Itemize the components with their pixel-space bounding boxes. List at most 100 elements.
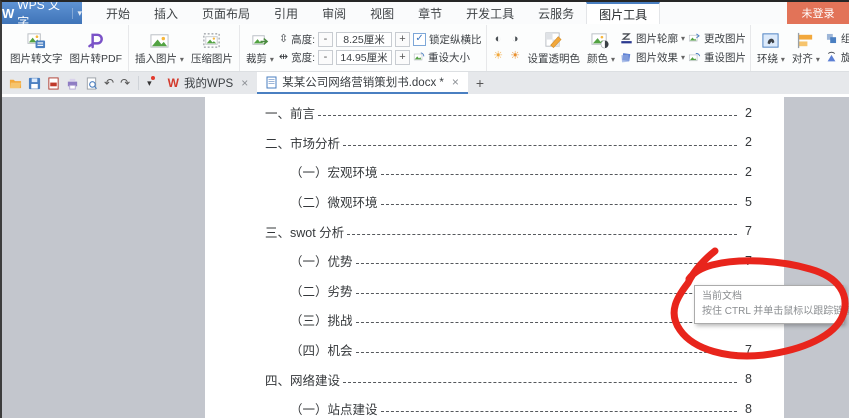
toc-entry[interactable]: （一）优势7 <box>205 246 784 276</box>
height-icon: ⇳ <box>279 33 288 46</box>
picture-to-pdf-label: 图片转PDF <box>70 51 123 66</box>
change-picture-label: 更改图片 <box>704 31 746 46</box>
dot-leader <box>343 145 737 146</box>
dot-leader <box>381 174 737 175</box>
chevron-down-icon: ▾ <box>72 8 82 19</box>
picture-tools-ribbon: 图片转文字 图片转PDF 插入图片 ▾ 压缩图片 裁剪 ▾ <box>2 24 849 72</box>
page-number: 7 <box>740 224 752 238</box>
toc-entry[interactable]: （一）站点建设8 <box>205 394 784 418</box>
document-tab-bar: ↶ ↷ ▾ W 我的WPS × 某某公司网络营销策划书.docx * × + <box>2 72 849 95</box>
insert-picture-button[interactable]: 插入图片 ▾ <box>133 30 186 67</box>
reset-picture-button[interactable]: 重设图片 <box>688 50 746 65</box>
page-number: 7 <box>740 254 752 268</box>
toc-entry[interactable]: （四）机会7 <box>205 335 784 365</box>
reset-picture-label: 重设图片 <box>704 50 746 65</box>
height-value-field[interactable]: 8.25厘米 <box>336 32 392 47</box>
width-row: ⇹ 宽度: - 14.95厘米 + 重设大小 <box>279 50 482 65</box>
close-icon[interactable]: × <box>241 76 248 90</box>
reset-size-icon <box>413 51 425 63</box>
wps-logo-icon: W <box>2 6 14 21</box>
transparent-color-icon <box>544 31 563 50</box>
ribbon-tab-section[interactable]: 章节 <box>406 2 454 24</box>
quick-access-toolbar: ↶ ↷ ▾ <box>2 72 159 94</box>
compress-picture-label: 压缩图片 <box>191 51 233 66</box>
color-label: 颜色 <box>587 53 608 65</box>
width-plus-button[interactable]: + <box>395 50 410 65</box>
toc-entry[interactable]: （一）宏观环境2 <box>205 157 784 187</box>
width-minus-button[interactable]: - <box>318 50 333 65</box>
picture-effects-button[interactable]: 图片效果 ▾ <box>620 50 685 65</box>
rotate-icon <box>825 51 838 64</box>
divider <box>138 76 139 90</box>
ribbon-tab-developer[interactable]: 开发工具 <box>454 2 526 24</box>
close-icon[interactable]: × <box>452 75 459 89</box>
ribbon-tab-view[interactable]: 视图 <box>358 2 406 24</box>
change-picture-icon <box>688 32 701 45</box>
color-button[interactable]: 颜色 ▾ <box>585 30 617 67</box>
toc-entry[interactable]: 四、网络建设8 <box>205 364 784 394</box>
height-plus-button[interactable]: + <box>395 32 410 47</box>
picture-outline-button[interactable]: 图片轮廓 ▾ <box>620 31 685 46</box>
wrap-text-button[interactable]: 环绕 ▾ <box>755 30 787 67</box>
width-value-field[interactable]: 14.95厘米 <box>336 50 392 65</box>
open-file-icon[interactable] <box>9 77 22 90</box>
print-preview-icon[interactable] <box>85 77 98 90</box>
toc-entry[interactable]: 三、swot 分析7 <box>205 216 784 246</box>
redo-icon[interactable]: ↷ <box>120 77 130 89</box>
ribbon-tab-review[interactable]: 审阅 <box>310 2 358 24</box>
insert-picture-icon <box>150 31 169 50</box>
dot-leader <box>356 352 737 353</box>
document-area: 一、前言2 二、市场分析2 （一）宏观环境2 （二）微观环境5 三、swot 分… <box>2 94 849 418</box>
contrast-up-icon[interactable]: ◐ <box>495 33 502 46</box>
align-icon <box>796 31 815 50</box>
ribbon-tab-cloud[interactable]: 云服务 <box>526 2 586 24</box>
width-icon: ⇹ <box>279 51 288 64</box>
group-button[interactable]: 组合 ▾ <box>825 31 849 46</box>
ribbon-tab-references[interactable]: 引用 <box>262 2 310 24</box>
tab-document[interactable]: 某某公司网络营销策划书.docx * × <box>257 72 468 94</box>
chevron-down-icon: ▾ <box>681 53 685 62</box>
rotate-button[interactable]: 旋转 ▾ <box>825 50 849 65</box>
picture-effects-icon <box>620 51 633 64</box>
height-minus-button[interactable]: - <box>318 32 333 47</box>
compress-picture-button[interactable]: 压缩图片 <box>189 30 235 67</box>
crop-button[interactable]: 裁剪 ▾ <box>244 30 276 67</box>
align-button[interactable]: 对齐 ▾ <box>790 30 822 67</box>
chevron-down-icon: ▾ <box>816 55 820 64</box>
lock-aspect-label: 锁定纵横比 <box>429 32 482 47</box>
brightness-down-icon[interactable]: ☀ <box>510 50 520 63</box>
brightness-up-icon[interactable]: ☀ <box>493 50 503 63</box>
dot-leader <box>381 411 737 412</box>
ribbon-tab-home[interactable]: 开始 <box>94 2 142 24</box>
ribbon-tab-picture-tools[interactable]: 图片工具 <box>586 2 660 24</box>
set-transparent-color-button[interactable]: 设置透明色 <box>526 30 583 67</box>
toc-entry[interactable]: 二、市场分析2 <box>205 128 784 158</box>
change-picture-button[interactable]: 更改图片 <box>688 31 746 46</box>
tab-my-wps[interactable]: W 我的WPS × <box>159 72 258 94</box>
size-controls: ⇳ 高度: - 8.25厘米 + ✓ 锁定纵横比 ⇹ 宽度: - 14.95厘米… <box>279 32 482 65</box>
adjust-group: ◐ ◑ ☀ ☀ 设置透明色 颜色 ▾ 图片轮廓 ▾ <box>487 25 751 71</box>
save-icon[interactable] <box>28 77 41 90</box>
login-button[interactable]: 未登录 <box>787 2 849 24</box>
wps-main-menu-button[interactable]: W WPS 文字 ▾ <box>2 2 82 24</box>
undo-icon[interactable]: ↶ <box>104 77 114 89</box>
outline-effects-column: 图片轮廓 ▾ 图片效果 ▾ <box>620 31 685 65</box>
new-tab-button[interactable]: + <box>468 72 492 94</box>
export-pdf-icon[interactable] <box>47 77 60 90</box>
quick-access-more-icon[interactable]: ▾ <box>147 78 152 89</box>
ribbon-tab-page-layout[interactable]: 页面布局 <box>190 2 262 24</box>
arrange-group: 环绕 ▾ 对齐 ▾ 组合 ▾ 旋转 ▾ <box>751 25 849 71</box>
contrast-down-icon[interactable]: ◑ <box>512 33 519 46</box>
print-icon[interactable] <box>66 77 79 90</box>
page-number: 8 <box>740 402 752 416</box>
lock-aspect-checkbox[interactable]: ✓ <box>413 33 426 46</box>
picture-to-pdf-button[interactable]: 图片转PDF <box>68 30 125 67</box>
picture-to-text-button[interactable]: 图片转文字 <box>8 30 65 67</box>
toc-entry[interactable]: 一、前言2 <box>205 98 784 128</box>
dot-leader <box>318 115 737 116</box>
height-row: ⇳ 高度: - 8.25厘米 + ✓ 锁定纵横比 <box>279 32 482 47</box>
reset-size-button[interactable]: 重设大小 <box>428 50 470 65</box>
ribbon-tab-insert[interactable]: 插入 <box>142 2 190 24</box>
toc-entry[interactable]: （二）微观环境5 <box>205 187 784 217</box>
picture-to-text-icon <box>27 31 46 50</box>
